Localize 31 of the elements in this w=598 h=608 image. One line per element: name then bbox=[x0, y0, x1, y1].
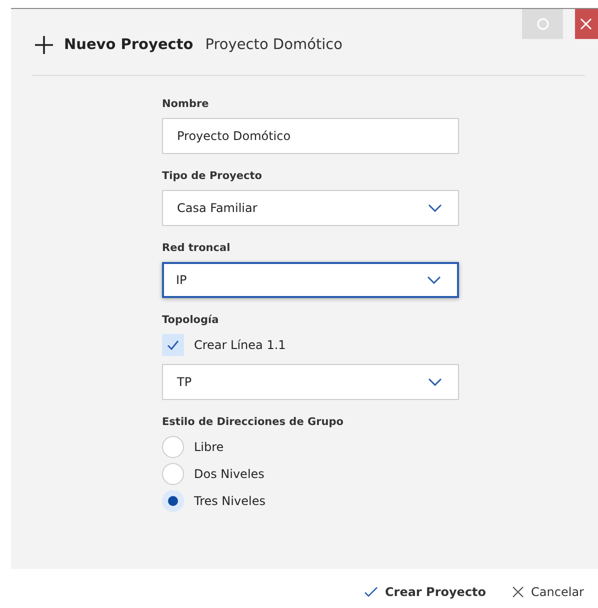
chevron-down-icon bbox=[427, 276, 441, 284]
close-button[interactable] bbox=[575, 9, 598, 39]
dropdown[interactable]: Casa Familiar bbox=[162, 190, 459, 226]
radio-button[interactable] bbox=[162, 490, 184, 512]
field-label: Estilo de Direcciones de Grupo bbox=[162, 416, 344, 428]
field-label: Red troncal bbox=[162, 242, 232, 254]
create-button[interactable]: Crear Proyecto bbox=[362, 583, 488, 601]
field-label: Tipo de Proyecto bbox=[162, 170, 263, 182]
radio-button[interactable] bbox=[162, 436, 184, 458]
radio-label: Dos Niveles bbox=[194, 467, 264, 481]
name-input[interactable]: Proyecto Domótico bbox=[162, 118, 459, 154]
radio-label: Tres Niveles bbox=[194, 494, 266, 508]
field-label: Topología bbox=[162, 314, 220, 326]
radio-button[interactable] bbox=[162, 463, 184, 485]
window-title: Nuevo Proyecto bbox=[64, 37, 194, 53]
checkmark-icon bbox=[166, 338, 180, 352]
chevron-down-icon bbox=[428, 204, 442, 212]
window-subtitle: Proyecto Domótico bbox=[205, 37, 343, 53]
plus-icon bbox=[34, 35, 54, 55]
checkbox-label: Crear Línea 1.1 bbox=[194, 338, 286, 352]
dropdown[interactable]: IP bbox=[162, 262, 459, 298]
close-icon bbox=[580, 18, 592, 30]
chevron-down-icon bbox=[428, 378, 442, 386]
circle-icon bbox=[536, 18, 548, 30]
cancel-button[interactable]: Cancelar bbox=[510, 583, 586, 601]
checkbox[interactable] bbox=[162, 334, 184, 356]
checkmark-icon bbox=[364, 586, 378, 598]
dropdown[interactable]: TP bbox=[162, 364, 459, 400]
close-icon bbox=[512, 586, 524, 598]
radio-label: Libre bbox=[194, 440, 224, 454]
field-label: Nombre bbox=[162, 98, 210, 110]
